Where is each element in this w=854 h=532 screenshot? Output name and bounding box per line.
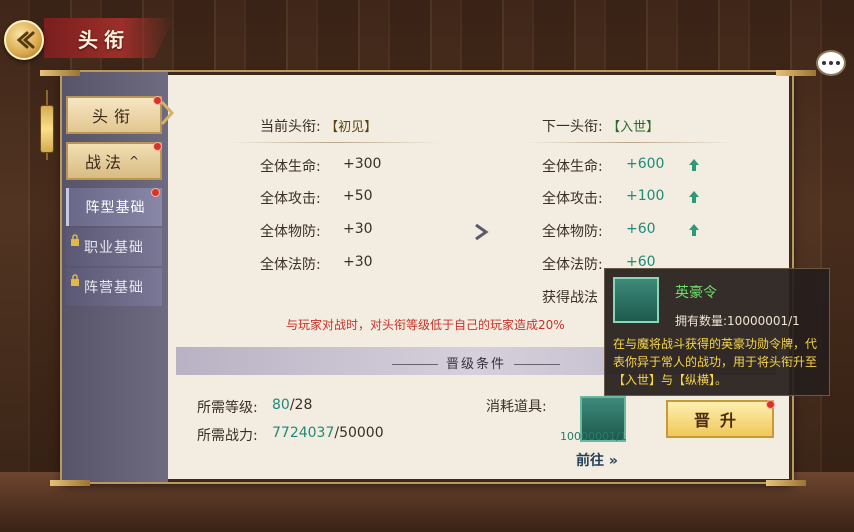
page-title: 头衔 xyxy=(78,28,130,52)
chevron-right-icon xyxy=(475,223,489,241)
sidebar-item-label: 头衔 xyxy=(91,107,136,126)
next-title-row: 下一头衔: 【入世】 xyxy=(542,116,659,136)
current-title-label: 当前头衔: xyxy=(260,119,321,135)
extra-tactic-label: 获得战法 xyxy=(542,290,598,306)
required-level-value: 80/28 xyxy=(272,397,312,413)
pvp-bonus-text: 与玩家对战时，对头衔等级低于自己的玩家造成20% xyxy=(286,318,565,332)
stat-name: 全体攻击: xyxy=(542,191,603,207)
required-power-value: 7724037/50000 xyxy=(272,425,384,441)
stat-value: +100 xyxy=(626,188,665,204)
next-rank: 【入世】 xyxy=(607,120,660,135)
sidebar-item-label: 阵型基础 xyxy=(85,200,146,216)
sidebar-item-label: 战法 xyxy=(84,153,125,172)
stat-value: +600 xyxy=(626,156,665,172)
stat-name: 全体生命: xyxy=(260,159,321,175)
sidebar-item-title[interactable]: 头衔 xyxy=(66,96,162,134)
sidebar-item-profession[interactable]: 职业基础 xyxy=(66,228,162,266)
hero-token-icon xyxy=(613,277,659,323)
arrow-up-icon xyxy=(689,224,699,236)
sidebar-item-label: 阵营基础 xyxy=(84,280,144,296)
back-button[interactable] xyxy=(4,20,44,60)
sidebar-item-tactics[interactable]: 战法 ^ xyxy=(66,142,162,180)
upgrade-button[interactable]: 晋升 xyxy=(666,400,774,438)
tooltip-owned-label: 拥有数量: xyxy=(675,314,728,328)
divider xyxy=(230,142,440,143)
stat-name: 全体物防: xyxy=(542,224,603,240)
required-level-label: 所需等级: xyxy=(197,400,258,416)
stat-value: +30 xyxy=(343,221,373,237)
top-bar: 头衔 xyxy=(0,0,854,62)
divider xyxy=(525,142,735,143)
panel-corner-decoration xyxy=(776,70,816,76)
power-required: /50000 xyxy=(334,425,384,441)
next-title-label: 下一头衔: xyxy=(542,119,603,135)
stat-name: 全体生命: xyxy=(542,159,603,175)
chat-bubble-icon[interactable] xyxy=(816,50,846,76)
required-power-label: 所需战力: xyxy=(197,428,258,444)
sidebar-item-label: 职业基础 xyxy=(84,240,144,256)
notification-dot xyxy=(153,142,162,151)
level-required: /28 xyxy=(289,397,313,413)
stat-name: 全体法防: xyxy=(260,257,321,273)
lock-icon xyxy=(71,274,79,286)
level-current: 80 xyxy=(272,397,290,413)
lantern-icon xyxy=(40,105,54,153)
item-count: 10000001/1 xyxy=(560,430,627,443)
notification-dot xyxy=(766,400,775,409)
stat-name: 全体攻击: xyxy=(260,191,321,207)
power-current: 7724037 xyxy=(272,425,335,441)
sidebar-item-formation[interactable]: 阵型基础 xyxy=(66,188,162,226)
arrow-up-icon xyxy=(689,191,699,203)
consume-item-label: 消耗道具: xyxy=(486,399,547,415)
stat-value: +300 xyxy=(343,156,382,172)
stat-value: +60 xyxy=(626,221,656,237)
lock-icon xyxy=(71,234,79,246)
back-arrow-icon xyxy=(16,31,35,49)
goto-link[interactable]: 前往 » xyxy=(576,450,618,470)
tooltip-item-name: 英豪令 xyxy=(675,285,717,301)
selection-arrow-icon xyxy=(160,100,174,126)
sidebar-item-camp[interactable]: 阵营基础 xyxy=(66,268,162,306)
notification-dot xyxy=(151,188,160,197)
current-title-row: 当前头衔: 【初见】 xyxy=(260,116,377,136)
current-rank: 【初见】 xyxy=(325,120,378,135)
panel-corner-decoration xyxy=(766,480,806,486)
stat-value: +50 xyxy=(343,188,373,204)
stat-name: 全体法防: xyxy=(542,257,603,273)
tooltip-description: 在与魔将战斗获得的英豪功勋令牌，代表你异于常人的战功，用于将头衔升至【入世】与【… xyxy=(613,337,818,387)
stat-name: 全体物防: xyxy=(260,224,321,240)
tooltip-owned-row: 拥有数量:10000001/1 xyxy=(675,312,800,329)
stat-value: +30 xyxy=(343,254,373,270)
item-tooltip: 英豪令 拥有数量:10000001/1 在与魔将战斗获得的英豪功勋令牌，代表你异… xyxy=(604,268,830,396)
caret-up-icon: ^ xyxy=(128,154,144,168)
panel-corner-decoration xyxy=(40,70,80,76)
arrow-up-icon xyxy=(689,159,699,171)
tooltip-owned-value: 10000001/1 xyxy=(727,314,800,328)
double-chevron-icon: » xyxy=(604,453,618,469)
panel-corner-decoration xyxy=(50,480,90,486)
